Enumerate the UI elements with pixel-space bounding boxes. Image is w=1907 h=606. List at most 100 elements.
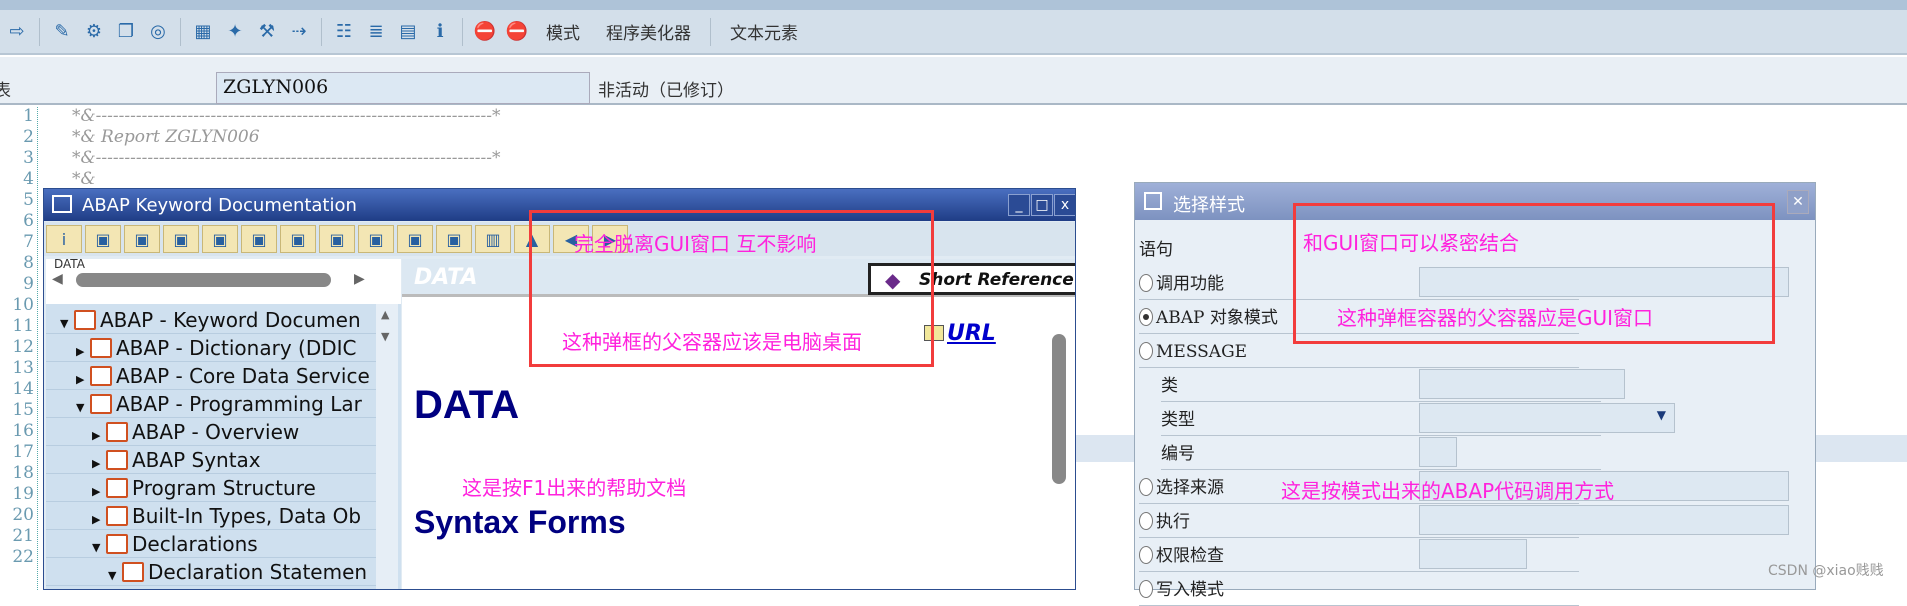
info-icon[interactable]: ℹ	[427, 19, 453, 45]
code-line[interactable]: *&	[72, 170, 96, 189]
toolbar-button[interactable]: 程序美化器	[596, 19, 701, 44]
export-icon[interactable]: ▣	[280, 225, 316, 253]
collapsed-arrow-icon[interactable]: ▶	[92, 478, 106, 501]
type-dropdown[interactable]: ▼	[1419, 403, 1675, 433]
expand-all-icon[interactable]: ▣	[124, 225, 160, 253]
radio-button[interactable]	[1139, 274, 1153, 292]
tree-node[interactable]: ▼ Declaration Statemen	[46, 558, 376, 586]
scroll-left-icon[interactable]: ◀	[52, 271, 63, 287]
radio-option[interactable]: 写入模式	[1139, 575, 1224, 605]
toolbar-button[interactable]: 模式	[536, 19, 590, 44]
radio-button[interactable]	[1139, 342, 1153, 360]
radio-option[interactable]: MESSAGE	[1139, 337, 1247, 367]
input-field[interactable]	[1419, 369, 1625, 399]
toolbar-button[interactable]: 文本元素	[720, 19, 808, 44]
tree-node[interactable]: ▶ ABAP - Dictionary (DDIC	[46, 334, 376, 362]
scroll-up-icon[interactable]: ▲	[381, 308, 389, 321]
expanded-arrow-icon[interactable]: ▼	[76, 394, 90, 417]
radio-option[interactable]: ABAP 对象模式	[1139, 303, 1278, 333]
print-preview-icon[interactable]: ▣	[241, 225, 277, 253]
tree-search-text: DATA	[54, 257, 85, 271]
key-icon[interactable]: ▣	[397, 225, 433, 253]
collapse-all-icon[interactable]: ▣	[163, 225, 199, 253]
node-icon	[106, 450, 128, 470]
radio-button[interactable]	[1139, 308, 1153, 326]
stop-screen-icon[interactable]: ⛔	[472, 19, 498, 45]
arrow-right-icon[interactable]: ⇨	[4, 19, 30, 45]
radio-option[interactable]: 权限检查	[1139, 541, 1224, 571]
code-line[interactable]: *& Report ZGLYN006	[72, 128, 260, 147]
tree-node[interactable]: ▼ ABAP - Programming Lar	[46, 390, 376, 418]
magic-wand-icon[interactable]: ✦	[222, 19, 248, 45]
scroll-down-icon[interactable]: ▼	[381, 330, 389, 343]
program-name-field[interactable]: ZGLYN006	[216, 72, 590, 104]
where-used-icon[interactable]: ◎	[145, 19, 171, 45]
input-field[interactable]	[1419, 505, 1789, 535]
node-icon	[106, 478, 128, 498]
tree-node[interactable]: ▶ Program Structure	[46, 474, 376, 502]
chevron-down-icon[interactable]: ▼	[1657, 408, 1666, 422]
maximize-button[interactable]: □	[1031, 194, 1053, 216]
input-field[interactable]	[1419, 437, 1457, 467]
tree-node[interactable]: ▶ ABAP - Core Data Service	[46, 362, 376, 390]
scroll-right-icon[interactable]: ▶	[354, 271, 365, 287]
hierarchy-icon[interactable]: ☷	[331, 19, 357, 45]
spellcheck-icon[interactable]: ▣	[358, 225, 394, 253]
option-label: 编号	[1161, 444, 1195, 464]
radio-button[interactable]	[1139, 580, 1153, 598]
info-icon[interactable]: i	[46, 225, 82, 253]
radio-option[interactable]: 调用功能	[1139, 269, 1224, 299]
line-number: 11	[12, 316, 34, 336]
tree-node-label: Program Structure	[132, 476, 316, 500]
tree-node[interactable]: ▼ ABAP - Keyword Documen	[46, 306, 376, 334]
stop-icon[interactable]: ⛔	[504, 19, 530, 45]
dialog-close-button[interactable]: ✕	[1787, 190, 1809, 214]
tree-horizontal-scrollbar[interactable]: DATA ◀ ▶	[46, 257, 401, 304]
copy-icon[interactable]: ▣	[319, 225, 355, 253]
tree-node[interactable]: ▶ ABAP Syntax	[46, 446, 376, 474]
test-icon[interactable]: ⚒	[254, 19, 280, 45]
line-number: 10	[12, 295, 34, 315]
radio-option[interactable]: 选择来源	[1139, 473, 1224, 503]
check-syntax-icon[interactable]: ✎	[49, 19, 75, 45]
navigate-icon[interactable]: ⇢	[286, 19, 312, 45]
tree-node[interactable]: ▶ Built-In Types, Data Ob	[46, 502, 376, 530]
expanded-arrow-icon[interactable]: ▼	[60, 310, 74, 333]
minimize-button[interactable]: _	[1008, 194, 1030, 216]
collapsed-arrow-icon[interactable]: ▶	[92, 450, 106, 473]
line-number: 1	[23, 106, 34, 126]
collapsed-arrow-icon[interactable]: ▶	[76, 338, 90, 361]
tree-node[interactable]: ▶ ABAP - Overview	[46, 418, 376, 446]
tree-node[interactable]: ▼ Declarations	[46, 530, 376, 558]
input-field[interactable]	[1419, 539, 1527, 569]
copy-icon[interactable]: ❐	[113, 19, 139, 45]
tree-node[interactable]: ▼Data Types and Dat	[46, 586, 376, 589]
settings-icon[interactable]: ▣	[436, 225, 472, 253]
gutter-divider	[37, 107, 38, 590]
code-line[interactable]: *&--------------------------------------…	[72, 107, 500, 126]
layout-icon[interactable]: ▤	[395, 19, 421, 45]
object-list-icon[interactable]: ▦	[190, 19, 216, 45]
collapsed-arrow-icon[interactable]: ▶	[92, 506, 106, 529]
close-button[interactable]: x	[1054, 194, 1075, 216]
url-link[interactable]: URL	[947, 321, 996, 346]
expanded-arrow-icon[interactable]: ▼	[108, 562, 122, 585]
stack-icon[interactable]: ≣	[363, 19, 389, 45]
collapsed-arrow-icon[interactable]: ▶	[92, 422, 106, 445]
radio-button[interactable]	[1139, 478, 1153, 496]
radio-button[interactable]	[1139, 512, 1153, 530]
tree-node-label: ABAP - Core Data Service	[116, 364, 370, 388]
print-icon[interactable]: ▣	[202, 225, 238, 253]
code-line[interactable]: *&--------------------------------------…	[72, 149, 500, 168]
dialog-icon	[1144, 192, 1162, 210]
radio-option[interactable]: 执行	[1139, 507, 1190, 537]
tree-vertical-scrollbar[interactable]: ▲ ▼	[376, 304, 398, 589]
radio-button[interactable]	[1139, 546, 1153, 564]
expanded-arrow-icon[interactable]: ▼	[92, 534, 106, 557]
book-icon[interactable]: ▥	[475, 225, 511, 253]
activate-icon[interactable]: ⚙	[81, 19, 107, 45]
content-vertical-scrollbar[interactable]	[1052, 334, 1066, 484]
collapsed-arrow-icon[interactable]: ▶	[76, 366, 90, 389]
user-icon[interactable]: ▣	[85, 225, 121, 253]
scroll-thumb[interactable]	[76, 273, 331, 287]
